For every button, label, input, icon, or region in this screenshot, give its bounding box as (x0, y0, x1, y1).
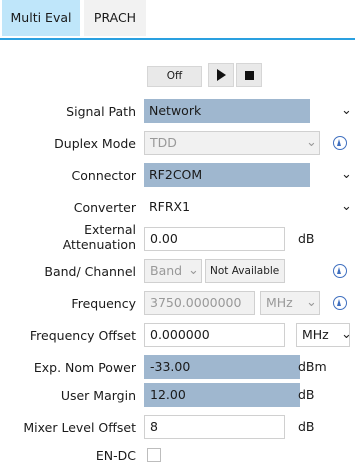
external-attenuation-label-line2: Attenuation (62, 237, 136, 252)
play-button[interactable] (208, 63, 234, 87)
exp-nom-power-label: Exp. Nom Power (33, 360, 136, 375)
external-attenuation-label-line1: External (84, 222, 136, 237)
connector-select[interactable]: RF2COM (144, 163, 310, 187)
info-icon[interactable] (333, 296, 347, 310)
mixer-level-offset-label: Mixer Level Offset (23, 420, 136, 435)
signal-path-select[interactable]: Network (144, 99, 310, 123)
tab-bar: Multi Eval PRACH (0, 0, 355, 40)
user-margin-label: User Margin (60, 388, 136, 403)
info-icon[interactable] (333, 264, 347, 278)
frequency-input[interactable]: 3750.0000000 (144, 291, 255, 315)
band-channel-label: Band/ Channel (44, 264, 136, 279)
chevron-down-icon: ⌄ (188, 263, 199, 278)
tab-multi-eval[interactable]: Multi Eval (2, 0, 80, 36)
tab-prach[interactable]: PRACH (84, 0, 146, 36)
chevron-down-icon: ⌄ (306, 295, 317, 310)
external-attenuation-unit: dB (298, 231, 315, 246)
chevron-down-icon: ⌄ (306, 135, 317, 150)
chevron-down-icon[interactable]: ⌄ (341, 323, 352, 347)
chevron-down-icon[interactable]: ⌄ (341, 163, 352, 187)
stop-icon (244, 70, 254, 80)
en-dc-checkbox[interactable] (147, 448, 161, 462)
mixer-level-offset-input[interactable]: 8 (144, 415, 285, 439)
exp-nom-power-input[interactable]: -33.00 (144, 355, 300, 379)
duplex-mode-label: Duplex Mode (54, 136, 136, 151)
info-icon[interactable] (333, 136, 347, 150)
connector-label: Connector (71, 168, 136, 183)
play-icon (216, 69, 226, 81)
exp-nom-power-unit: dBm (298, 359, 327, 374)
user-margin-unit: dB (298, 387, 315, 402)
frequency-offset-input[interactable]: 0.000000 (144, 323, 285, 347)
channel-field[interactable]: Not Available (205, 259, 285, 283)
frequency-label: Frequency (71, 296, 136, 311)
mixer-level-offset-unit: dB (298, 419, 315, 434)
frequency-offset-label: Frequency Offset (29, 328, 136, 343)
converter-label: Converter (73, 200, 136, 215)
converter-select[interactable]: RFRX1 (144, 195, 310, 219)
external-attenuation-input[interactable]: 0.00 (144, 227, 285, 251)
chevron-down-icon[interactable]: ⌄ (341, 195, 352, 219)
stop-button[interactable] (236, 63, 262, 87)
user-margin-input[interactable]: 12.00 (144, 383, 300, 407)
en-dc-label: EN-DC (95, 448, 136, 463)
off-button[interactable]: Off (147, 66, 202, 87)
chevron-down-icon[interactable]: ⌄ (341, 99, 352, 123)
duplex-mode-select[interactable]: TDD (144, 131, 320, 155)
signal-path-label: Signal Path (66, 104, 136, 119)
